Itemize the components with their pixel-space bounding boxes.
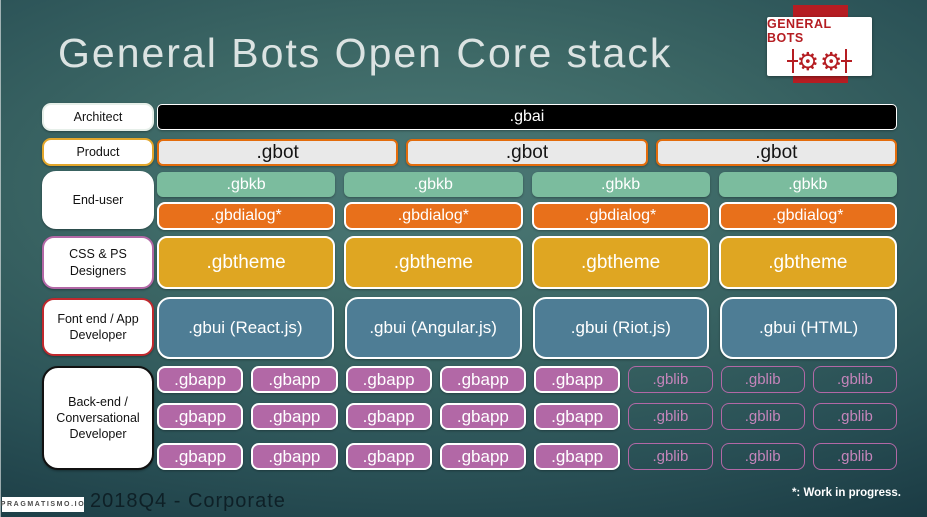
gbapp-box: .gbapp — [157, 366, 244, 393]
gbdialog-box: .gbdialog* — [531, 202, 710, 230]
work-in-progress-note: *: Work in progress. — [791, 487, 901, 499]
gbapp-box: .gbapp — [439, 443, 526, 470]
gbapp-box: .gbapp — [534, 403, 621, 430]
gbai-box: .gbai — [157, 104, 897, 130]
gbui-box: .gbui (Angular.js) — [344, 297, 522, 359]
gblib-box: .gblib — [812, 403, 897, 430]
gear-icon: ⚙ — [796, 46, 819, 76]
gblib-box: .gblib — [628, 366, 713, 393]
row-gbtheme: .gbtheme .gbtheme .gbtheme .gbtheme — [157, 236, 897, 289]
row-label-backend-conversational-developer: Back-end / Conversational Developer — [42, 366, 154, 470]
gbapp-box: .gbapp — [157, 443, 244, 470]
pragmatismo-badge: PRAGMATISMO.IO — [1, 497, 84, 512]
gbui-box: .gbui (Riot.js) — [532, 297, 710, 359]
gbapp-box: .gbapp — [345, 403, 432, 430]
gear-tick-right — [841, 49, 853, 73]
gbapp-box: .gbapp — [251, 403, 338, 430]
gbdialog-box: .gbdialog* — [718, 202, 897, 230]
row-gbdialog: .gbdialog* .gbdialog* .gbdialog* .gbdial… — [157, 202, 897, 230]
row-backend-3: .gbapp .gbapp .gbapp .gbapp .gbapp .gbli… — [157, 443, 897, 470]
gbui-box: .gbui (HTML) — [720, 297, 897, 359]
row-label-end-user: End-user — [42, 171, 154, 229]
row-label-architect: Architect — [42, 103, 154, 131]
gbapp-box: .gbapp — [439, 366, 526, 393]
gbot-box: .gbot — [157, 139, 399, 166]
row-gbkb: .gbkb .gbkb .gbkb .gbkb — [157, 172, 897, 197]
gear-tick-left — [786, 49, 798, 73]
gbapp-box: .gbapp — [534, 366, 621, 393]
row-label-frontend-app-developer: Font end / App Developer — [42, 298, 154, 356]
gbapp-box: .gbapp — [251, 443, 338, 470]
logo-wordmark: GENERAL BOTS — [767, 17, 832, 45]
slide-left-edge — [0, 0, 1, 517]
gear-icon: ⚙ — [820, 46, 843, 76]
gblib-box: .gblib — [812, 366, 897, 393]
gbtheme-box: .gbtheme — [718, 236, 897, 289]
general-bots-logo: GENERAL BOTS ⚙ ⚙ — [767, 17, 872, 76]
gbtheme-box: .gbtheme — [157, 236, 336, 289]
gbkb-box: .gbkb — [718, 172, 897, 197]
gbui-box: .gbui (React.js) — [157, 297, 334, 359]
gblib-box: .gblib — [812, 443, 897, 470]
row-gbot: .gbot .gbot .gbot — [157, 139, 897, 166]
row-backend-1: .gbapp .gbapp .gbapp .gbapp .gbapp .gbli… — [157, 366, 897, 393]
gbkb-box: .gbkb — [157, 172, 336, 197]
gbapp-box: .gbapp — [534, 443, 621, 470]
gbot-box: .gbot — [406, 139, 648, 166]
row-label-product: Product — [42, 138, 154, 166]
row-label-css-ps-designers: CSS & PS Designers — [42, 236, 154, 289]
gbapp-box: .gbapp — [157, 403, 244, 430]
slide: General Bots Open Core stack GENERAL BOT… — [0, 0, 927, 517]
gears-icon: ⚙ ⚙ — [786, 46, 853, 76]
gbapp-box: .gbapp — [345, 366, 432, 393]
gbkb-box: .gbkb — [531, 172, 710, 197]
gblib-box: .gblib — [720, 443, 805, 470]
row-gbui: .gbui (React.js) .gbui (Angular.js) .gbu… — [157, 297, 897, 359]
gbdialog-box: .gbdialog* — [344, 202, 523, 230]
gblib-box: .gblib — [720, 403, 805, 430]
row-backend-2: .gbapp .gbapp .gbapp .gbapp .gbapp .gbli… — [157, 403, 897, 430]
gblib-box: .gblib — [720, 366, 805, 393]
gbot-box: .gbot — [655, 139, 897, 166]
gbapp-box: .gbapp — [345, 443, 432, 470]
gbapp-box: .gbapp — [439, 403, 526, 430]
footer-edition-text: 2018Q4 - Corporate — [90, 490, 286, 512]
gbkb-box: .gbkb — [344, 172, 523, 197]
gbtheme-box: .gbtheme — [531, 236, 710, 289]
row-gbai: .gbai — [157, 104, 897, 130]
gbapp-box: .gbapp — [251, 366, 338, 393]
gbdialog-box: .gbdialog* — [157, 202, 336, 230]
gblib-box: .gblib — [628, 403, 713, 430]
page-title: General Bots Open Core stack — [58, 30, 673, 76]
gbtheme-box: .gbtheme — [344, 236, 523, 289]
gblib-box: .gblib — [628, 443, 713, 470]
